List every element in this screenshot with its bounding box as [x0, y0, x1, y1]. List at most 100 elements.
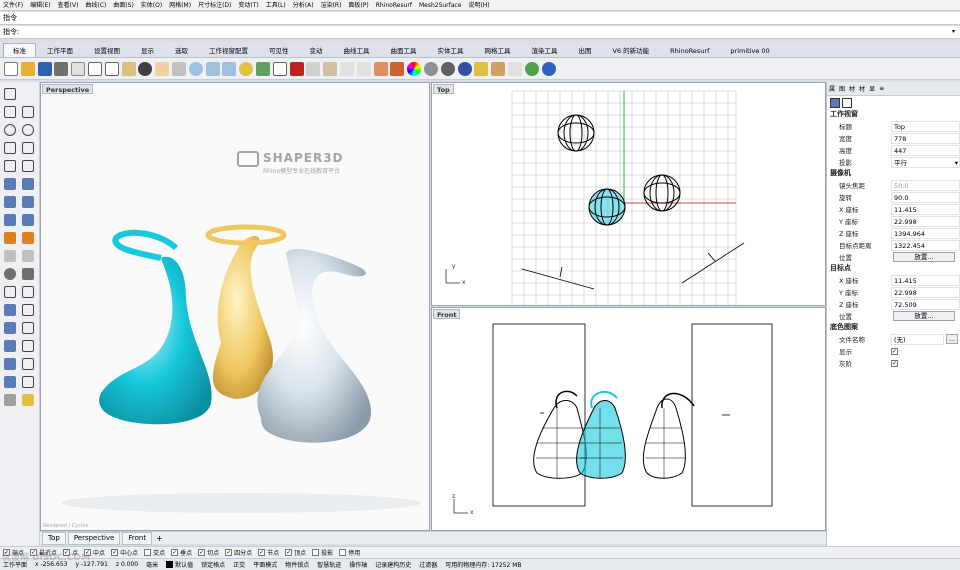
ellipse-icon[interactable] — [22, 124, 34, 136]
camera-y-field[interactable]: 22.998 — [891, 215, 960, 227]
light-icon[interactable] — [474, 61, 489, 76]
osnap-vertex-checkbox[interactable]: ✓ — [285, 549, 293, 556]
command-input[interactable]: 指令: — [0, 26, 960, 39]
curve-icon[interactable] — [22, 106, 34, 118]
menu-mesh2surface[interactable]: Mesh2Surface — [419, 0, 461, 11]
tab-rhinoresurf[interactable]: RhinoResurf — [660, 43, 719, 57]
hide-icon[interactable] — [339, 61, 354, 76]
status-history[interactable]: 记录建构历史 — [375, 560, 411, 569]
group-icon[interactable] — [4, 394, 16, 406]
tab-surface-tools[interactable]: 曲面工具 — [381, 43, 427, 57]
file-name-field[interactable]: (无) — [891, 333, 944, 345]
osnap-disable-checkbox[interactable] — [339, 549, 347, 556]
viewport-front[interactable]: Front x z — [431, 307, 826, 531]
extrude-icon[interactable] — [22, 178, 34, 190]
warning-icon[interactable] — [22, 394, 34, 406]
menu-surface[interactable]: 曲面(S) — [113, 0, 134, 11]
check-icon[interactable] — [22, 376, 34, 388]
surface-icon[interactable] — [4, 178, 16, 190]
status-filter[interactable]: 过滤器 — [419, 560, 437, 569]
osnap-intersection[interactable]: 交点 — [144, 548, 165, 557]
lens-field[interactable]: 50.0 — [891, 179, 960, 191]
circle-icon[interactable] — [4, 124, 16, 136]
undo-view-icon[interactable] — [255, 61, 270, 76]
viewport-perspective[interactable]: Perspective SHAPER3D Rhino模型专业在线教育平台 Ren… — [40, 82, 430, 531]
camera-place-button[interactable]: 放置... — [893, 252, 955, 262]
target-distance-field[interactable]: 1322.454 — [891, 239, 960, 251]
camera-x-field[interactable]: 11.415 — [891, 203, 960, 215]
explode-icon[interactable] — [4, 376, 16, 388]
rotation-field[interactable]: 90.0 — [891, 191, 960, 203]
sweep-icon[interactable] — [22, 196, 34, 208]
tab-set-view[interactable]: 设置视图 — [84, 43, 130, 57]
menu-panels[interactable]: 面板(P) — [348, 0, 368, 11]
dimension-icon[interactable] — [22, 250, 34, 262]
scale-icon[interactable] — [22, 358, 34, 370]
web-icon[interactable] — [524, 61, 539, 76]
tab-mesh-tools[interactable]: 网格工具 — [475, 43, 521, 57]
projection-select[interactable]: 平行 ▾ — [891, 156, 960, 168]
rectangle-icon[interactable] — [22, 142, 34, 154]
menu-view[interactable]: 查看(V) — [58, 0, 79, 11]
boolean-icon[interactable] — [4, 232, 16, 244]
menu-transform[interactable]: 变动(T) — [238, 0, 258, 11]
box-icon[interactable] — [4, 214, 16, 226]
render-icon[interactable] — [457, 61, 472, 76]
fillet-icon[interactable] — [22, 232, 34, 244]
move-icon[interactable] — [22, 340, 34, 352]
loft-icon[interactable] — [4, 196, 16, 208]
viewport-tab-top[interactable]: Top — [42, 531, 66, 545]
view-icon[interactable] — [842, 97, 852, 108]
import-icon[interactable] — [71, 61, 86, 76]
status-smarttrack[interactable]: 智慧轨迹 — [317, 560, 341, 569]
save-icon[interactable] — [37, 61, 52, 76]
grayscale-checkbox[interactable]: ✓ — [891, 359, 898, 367]
zoom-extents-icon[interactable] — [222, 61, 237, 76]
layer-icon[interactable] — [373, 61, 388, 76]
new-icon[interactable] — [4, 61, 18, 76]
polyline-icon[interactable] — [4, 106, 16, 118]
osnap-knot-checkbox[interactable]: ✓ — [258, 549, 266, 556]
tab-visibility[interactable]: 可见性 — [259, 43, 299, 57]
select-icon[interactable] — [4, 88, 16, 100]
zoom-window-icon[interactable] — [205, 61, 220, 76]
open-icon[interactable] — [20, 61, 35, 76]
status-planar[interactable]: 平面模式 — [253, 560, 277, 569]
status-layer[interactable]: 默认值 — [175, 560, 193, 569]
array-icon[interactable] — [4, 322, 16, 334]
height-field[interactable]: 447 — [891, 144, 960, 156]
options-icon[interactable] — [491, 61, 506, 76]
print-icon[interactable] — [54, 61, 69, 76]
lock-icon[interactable] — [356, 61, 371, 76]
properties-icon[interactable] — [390, 61, 405, 76]
named-views-icon[interactable] — [289, 61, 304, 76]
osnap-quad[interactable]: ✓ 四分点 — [225, 548, 252, 557]
tab-v6-new[interactable]: V6 的新功能 — [603, 43, 660, 57]
tab-curve-tools[interactable]: 曲线工具 — [334, 43, 380, 57]
show-checkbox[interactable]: ✓ — [891, 347, 898, 355]
menu-dimension[interactable]: 尺寸标注(D) — [198, 0, 231, 11]
undo-icon[interactable] — [138, 61, 153, 76]
panel-tab-layers[interactable]: 图 — [839, 84, 845, 93]
viewport-top[interactable]: Top x y — [431, 82, 826, 306]
osnap-tangent-checkbox[interactable]: ✓ — [198, 549, 206, 556]
solid-box-icon[interactable] — [4, 340, 16, 352]
pan-icon[interactable] — [155, 61, 170, 76]
tab-render-tools[interactable]: 渲染工具 — [522, 43, 568, 57]
tab-drafting[interactable]: 出图 — [569, 43, 602, 57]
menu-render[interactable]: 渲染(R) — [321, 0, 342, 11]
menu-solid[interactable]: 实体(O) — [141, 0, 162, 11]
title-field[interactable]: Top — [891, 120, 960, 132]
panel-tab-materials2[interactable]: 材 — [859, 84, 865, 93]
browse-button[interactable]: ... — [946, 334, 958, 344]
panel-tab-materials[interactable]: 材 — [849, 84, 855, 93]
osnap-project-checkbox[interactable] — [312, 549, 320, 556]
join-icon[interactable] — [22, 304, 34, 316]
arc-icon[interactable] — [4, 142, 16, 154]
osnap-tangent[interactable]: ✓ 切点 — [198, 548, 219, 557]
menu-rhinoresurf[interactable]: RhinoResurf — [376, 0, 412, 11]
tab-cplanes[interactable]: 工作平面 — [37, 43, 83, 57]
osnap-perp-checkbox[interactable]: ✓ — [171, 549, 179, 556]
cylinder-icon[interactable] — [22, 214, 34, 226]
status-osnap[interactable]: 物件锁点 — [285, 560, 309, 569]
